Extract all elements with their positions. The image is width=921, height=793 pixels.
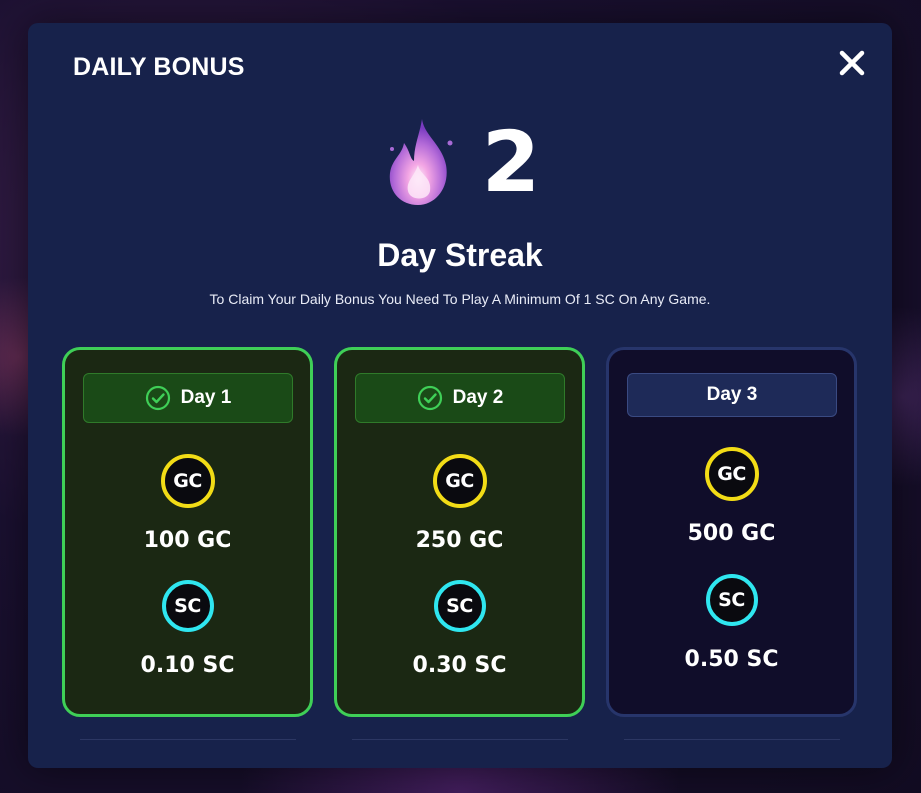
daily-bonus-modal: DAILY BONUS 2 Day Streak To Claim Your D…: [28, 23, 892, 768]
sc-amount: 0.30 SC: [412, 653, 507, 678]
gc-coin-icon: GC: [704, 447, 759, 501]
day-chip: Day 1: [83, 373, 293, 423]
day-label: Day 1: [180, 387, 232, 408]
day-chip: Day 3: [627, 373, 837, 417]
sc-coin-icon: SC: [161, 580, 214, 632]
streak-label: Day Streak: [377, 237, 543, 273]
day-label: Day 3: [706, 384, 758, 405]
gc-amount: 500 GC: [687, 521, 776, 546]
streak-count: 2: [481, 113, 541, 211]
gc-amount: 250 GC: [415, 528, 504, 553]
day-chip: Day 2: [355, 373, 565, 423]
day-card-1: Day 1 GC 100 GC SC 0.10 SC: [62, 347, 313, 717]
modal-title: DAILY BONUS: [73, 53, 245, 81]
check-circle-icon: [417, 385, 442, 411]
gc-coin-icon: GC: [160, 454, 215, 508]
streak-requirement-note: To Claim Your Daily Bonus You Need To Pl…: [209, 291, 711, 307]
day-cards: Day 1 GC 100 GC SC 0.10 SC Day 2 GC 250 …: [62, 347, 857, 717]
check-circle-icon: [145, 385, 170, 411]
close-button[interactable]: [838, 49, 866, 77]
streak-header: 2: [28, 115, 892, 209]
gc-coin-icon: GC: [432, 454, 487, 508]
divider: [352, 739, 568, 740]
sc-amount: 0.10 SC: [140, 653, 235, 678]
day-label: Day 2: [452, 387, 504, 408]
divider: [80, 739, 296, 740]
day-card-2: Day 2 GC 250 GC SC 0.30 SC: [334, 347, 585, 717]
sc-coin-icon: SC: [433, 580, 486, 632]
close-icon: [839, 50, 865, 76]
gc-amount: 100 GC: [143, 528, 232, 553]
sc-amount: 0.50 SC: [684, 647, 779, 672]
divider: [624, 739, 840, 740]
sc-coin-icon: SC: [705, 574, 758, 626]
day-card-3: Day 3 GC 500 GC SC 0.50 SC: [606, 347, 857, 717]
flame-icon: [389, 119, 453, 205]
